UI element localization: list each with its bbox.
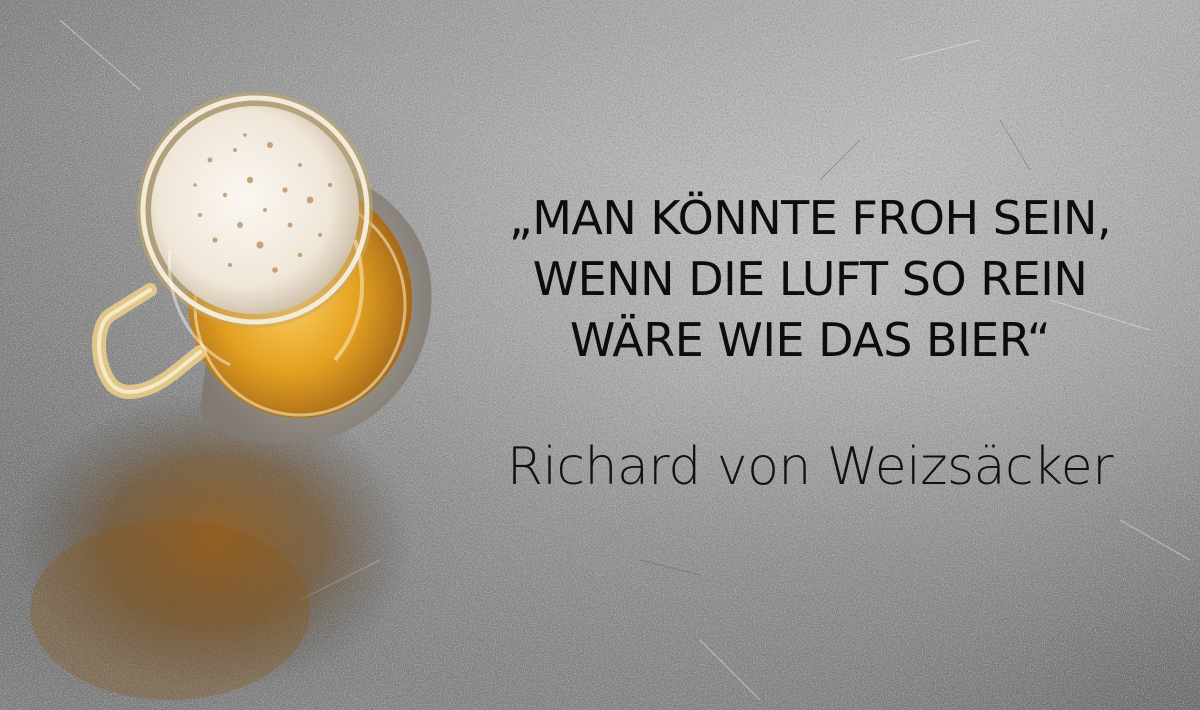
mug-handle xyxy=(92,283,207,399)
quote-line-2: WENN DIE LUFT SO REIN xyxy=(532,252,1088,306)
quote-line-1: „MAN KÖNNTE FROH SEIN, xyxy=(508,191,1112,245)
beer-mug-illustration xyxy=(15,92,432,700)
beer-foam xyxy=(151,106,359,314)
quote-line-3: WÄRE WIE DAS BIER“ xyxy=(569,313,1051,367)
quote-card: „MAN KÖNNTE FROH SEIN, WENN DIE LUFT SO … xyxy=(0,0,1200,710)
quote-author: Richard von Weizsäcker xyxy=(506,437,1114,497)
quote-text: „MAN KÖNNTE FROH SEIN, WENN DIE LUFT SO … xyxy=(470,188,1150,371)
